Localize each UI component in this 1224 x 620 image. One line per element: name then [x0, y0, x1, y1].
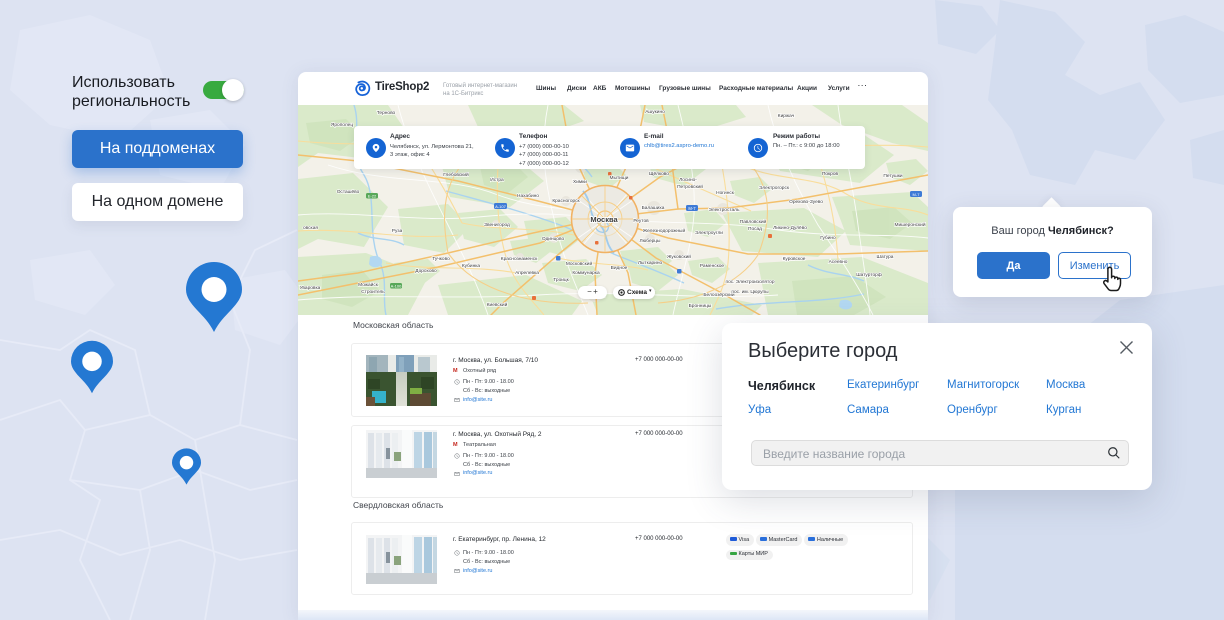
svg-text:Лосино-: Лосино-	[679, 177, 697, 183]
svg-text:А-100: А-100	[391, 283, 402, 288]
svg-text:Ярополец: Ярополец	[331, 122, 353, 128]
svg-text:Строитель: Строитель	[361, 289, 385, 295]
svg-text:Е-22: Е-22	[368, 193, 377, 198]
svg-text:Тучково: Тучково	[432, 256, 450, 262]
svg-text:Асеевно: Асеевно	[829, 259, 848, 265]
svg-text:М-7: М-7	[688, 206, 696, 211]
svg-text:Шатурторф: Шатурторф	[856, 272, 882, 278]
svg-text:Троицк: Троицк	[553, 277, 569, 283]
svg-text:Ликино-Дулёво: Ликино-Дулёво	[773, 225, 807, 231]
svg-text:Истра: Истра	[490, 177, 504, 183]
svg-text:Терново: Терново	[377, 110, 396, 116]
svg-text:Жуковский: Жуковский	[667, 253, 691, 260]
svg-text:Руза: Руза	[392, 228, 403, 234]
svg-text:Куровское: Куровское	[783, 256, 806, 262]
svg-text:Белоозёрский: Белоозёрский	[703, 291, 735, 298]
svg-text:Москва: Москва	[590, 215, 618, 224]
svg-text:Лыткарино: Лыткарино	[638, 260, 663, 266]
svg-text:Нахабино: Нахабино	[517, 193, 539, 199]
svg-text:Дорохово: Дорохово	[415, 268, 437, 274]
svg-text:Ашукино: Ашукино	[645, 109, 665, 115]
svg-text:Петровский: Петровский	[677, 183, 703, 190]
svg-text:Павловский: Павловский	[740, 218, 767, 225]
svg-text:Киржач: Киржач	[778, 113, 795, 119]
svg-text:пос. Электроизолятор: пос. Электроизолятор	[725, 279, 774, 285]
svg-text:Ногинск: Ногинск	[716, 190, 735, 196]
svg-text:Киевский: Киевский	[487, 301, 508, 308]
svg-text:Покров: Покров	[822, 171, 839, 177]
svg-text:Губино: Губино	[820, 235, 836, 241]
svg-text:Видное: Видное	[611, 265, 628, 271]
svg-text:Апрелевка: Апрелевка	[515, 270, 539, 276]
svg-text:Осташёво: Осташёво	[337, 189, 360, 195]
svg-text:Электросталь: Электросталь	[709, 207, 740, 213]
svg-text:Люберцы: Люберцы	[640, 238, 662, 244]
svg-text:Коммунарка: Коммунарка	[572, 270, 600, 276]
svg-text:Мишеронский: Мишеронский	[894, 221, 925, 228]
svg-text:Электроугли: Электроугли	[695, 230, 723, 236]
svg-text:Балашиха: Балашиха	[642, 205, 665, 211]
svg-text:Орехово-Зуево: Орехово-Зуево	[789, 199, 823, 205]
svg-text:Щёлково: Щёлково	[649, 171, 669, 177]
svg-text:Краснознаменск: Краснознаменск	[501, 256, 538, 262]
svg-text:Одинцово: Одинцово	[542, 236, 565, 242]
svg-text:Химки: Химки	[573, 179, 587, 185]
svg-text:Железнодорожный: Железнодорожный	[643, 227, 686, 234]
svg-text:Раменское: Раменское	[700, 263, 725, 269]
svg-text:Красногорск: Красногорск	[552, 198, 580, 204]
svg-text:М-7: М-7	[913, 192, 921, 197]
svg-text:Можайск: Можайск	[358, 281, 379, 288]
svg-text:Реутов: Реутов	[633, 218, 649, 224]
svg-text:Глебовский: Глебовский	[443, 171, 469, 178]
svg-text:Посад: Посад	[748, 226, 762, 232]
svg-text:овская: овская	[303, 226, 318, 231]
svg-text:А-107: А-107	[495, 204, 506, 209]
svg-text:Уваровка: Уваровка	[300, 285, 321, 291]
svg-text:Электрогорск: Электрогорск	[759, 185, 790, 191]
svg-text:Московский: Московский	[566, 260, 593, 267]
svg-text:Шатура: Шатура	[877, 254, 894, 260]
svg-text:Бронницы: Бронницы	[689, 303, 712, 309]
svg-text:Звенигород: Звенигород	[484, 222, 510, 228]
svg-text:Мытищи: Мытищи	[610, 175, 629, 181]
svg-text:пос. им. Цюрупы: пос. им. Цюрупы	[731, 289, 769, 295]
svg-text:Кубинка: Кубинка	[462, 263, 481, 269]
svg-text:Петушки: Петушки	[883, 173, 903, 179]
